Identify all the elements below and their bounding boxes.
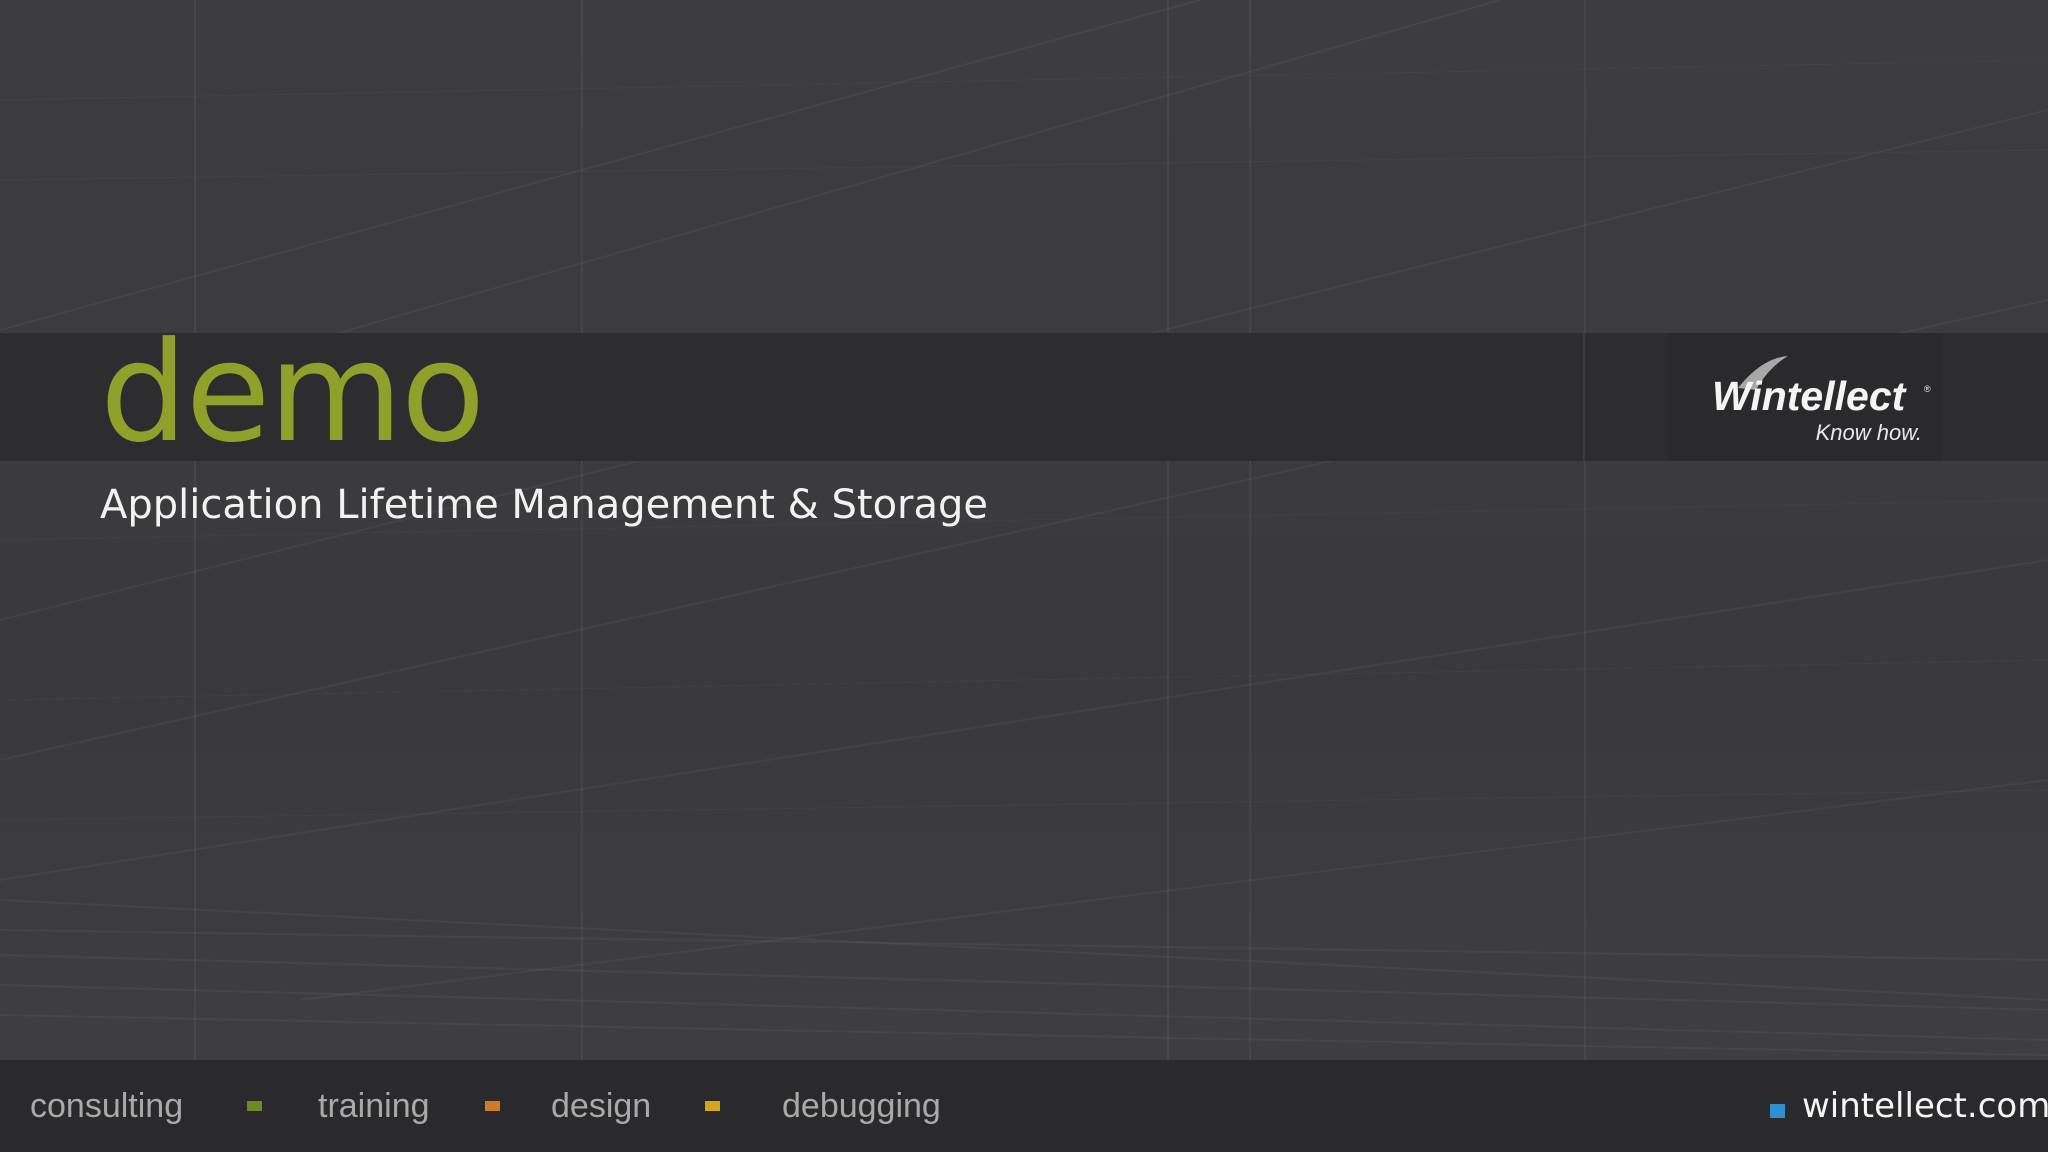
footer-item-debugging: debugging — [782, 1087, 941, 1125]
website-bullet-icon — [1770, 1104, 1785, 1118]
footer-bullet-green — [247, 1101, 262, 1111]
slide-title: demo — [100, 312, 485, 473]
band-divider — [1583, 333, 1585, 461]
logo-registered-mark: ® — [1924, 384, 1931, 394]
footer-bullet-orange — [485, 1101, 500, 1111]
website-link[interactable]: wintellect.com — [1802, 1086, 2048, 1126]
logo-tagline: Know how. — [1816, 420, 1922, 445]
logo-wordmark: Wintellect — [1712, 373, 1908, 419]
slide: Wintellect ® Know how. demo Application … — [0, 0, 2048, 1152]
footer-bullet-yellow — [705, 1101, 720, 1111]
slide-subtitle: Application Lifetime Management & Storag… — [100, 482, 989, 528]
background-texture — [0, 0, 2048, 1060]
footer-item-design: design — [551, 1087, 652, 1125]
footer-bar — [0, 1060, 2048, 1152]
footer-item-consulting: consulting — [30, 1087, 184, 1125]
wintellect-logo: Wintellect ® Know how. — [1712, 356, 1931, 445]
footer-item-training: training — [318, 1087, 430, 1125]
